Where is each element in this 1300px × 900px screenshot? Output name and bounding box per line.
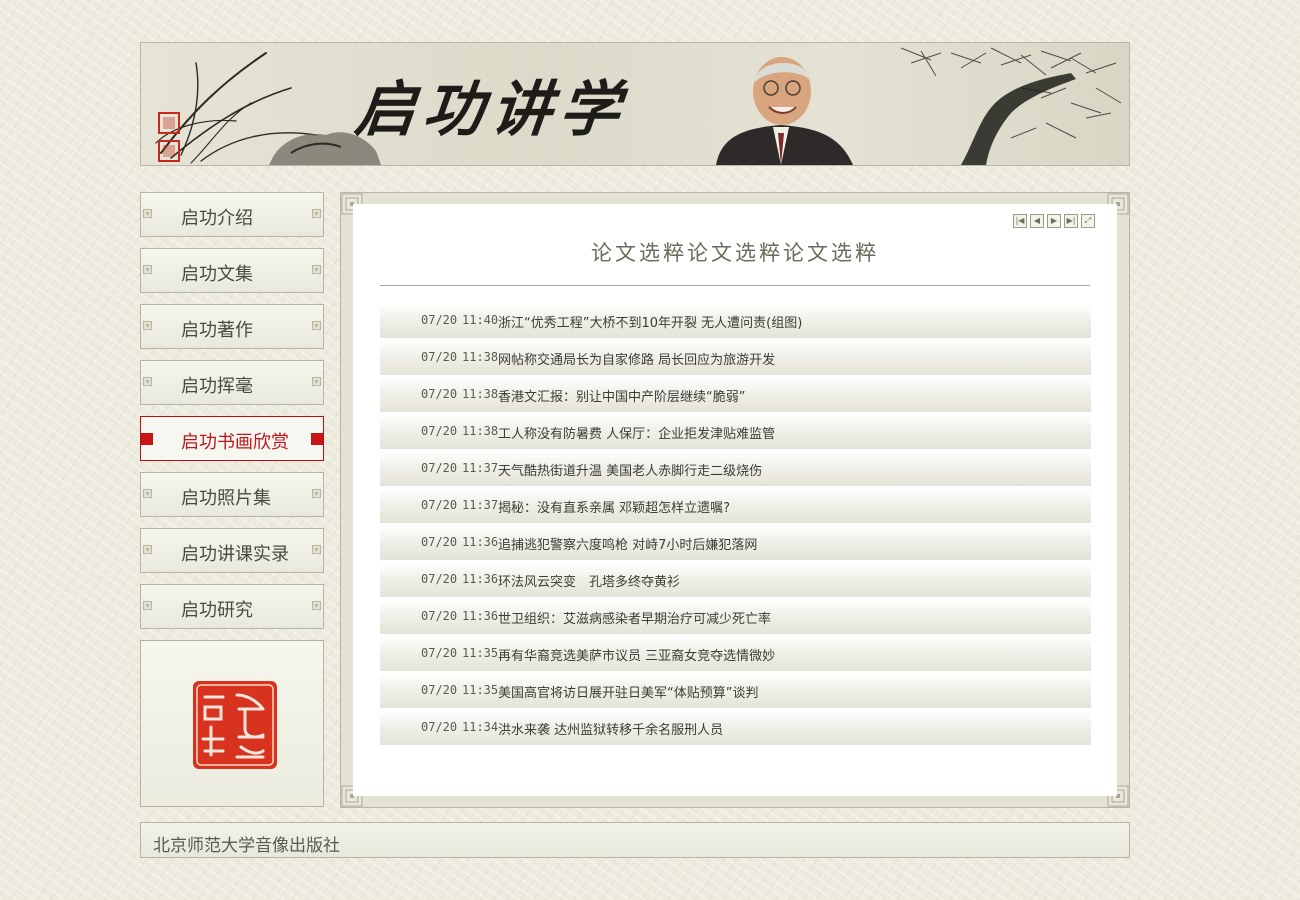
list-item[interactable]: 07/20 11:37 天气酷热街道升温 美国老人赤脚行走二级烧伤: [380, 451, 1091, 486]
expand-icon[interactable]: ⤢: [1081, 214, 1095, 228]
news-time: 11:38: [462, 387, 499, 401]
page-title: 论文选粹论文选粹论文选粹: [591, 241, 879, 265]
news-time: 11:38: [462, 350, 499, 364]
news-date: 07/20: [421, 498, 458, 512]
square-ornament-icon: [312, 601, 321, 610]
pager-controls: |◀ ◀ ▶ ▶| ⤢: [1013, 214, 1095, 228]
news-date: 07/20: [421, 387, 458, 401]
list-item[interactable]: 07/20 11:38 香港文汇报：别让中国中产阶层继续“脆弱”: [380, 377, 1091, 412]
list-item[interactable]: 07/20 11:34 洪水来袭 达州监狱转移千余名服刑人员: [380, 710, 1091, 745]
list-item[interactable]: 07/20 11:37 揭秘：没有直系亲属 邓颖超怎样立遗嘱?: [380, 488, 1091, 523]
square-ornament-icon: [143, 545, 152, 554]
square-ornament-icon: [312, 377, 321, 386]
list-item[interactable]: 07/20 11:40 浙江“优秀工程”大桥不到10年开裂 无人遭问责(组图): [380, 303, 1091, 338]
banner-title: 启功讲学: [351, 75, 632, 145]
news-time: 11:37: [462, 498, 499, 512]
news-headline-link[interactable]: 揭秘：没有直系亲属 邓颖超怎样立遗嘱?: [498, 497, 730, 516]
news-time: 11:35: [462, 646, 499, 660]
news-headline-link[interactable]: 再有华裔竞选美萨市议员 三亚裔女竞夺选情微妙: [498, 645, 775, 664]
footer: 北京师范大学音像出版社: [140, 822, 1130, 858]
square-ornament-icon: [312, 489, 321, 498]
prev-page-icon[interactable]: ◀: [1030, 214, 1044, 228]
news-list: 07/20 11:40 浙江“优秀工程”大桥不到10年开裂 无人遭问责(组图) …: [380, 303, 1091, 747]
list-item[interactable]: 07/20 11:36 世卫组织：艾滋病感染者早期治疗可减少死亡率: [380, 599, 1091, 634]
news-headline-link[interactable]: 浙江“优秀工程”大桥不到10年开裂 无人遭问责(组图): [498, 312, 802, 331]
publisher-name: 北京师范大学音像出版社: [153, 836, 340, 856]
first-page-icon[interactable]: |◀: [1013, 214, 1027, 228]
news-time: 11:37: [462, 461, 499, 475]
news-time: 11:34: [462, 720, 499, 734]
square-ornament-icon: [143, 489, 152, 498]
news-date: 07/20: [421, 313, 458, 327]
red-seal-icon: [193, 681, 277, 769]
square-ornament-icon: [311, 433, 323, 445]
list-item[interactable]: 07/20 11:36 环法风云突变 孔塔多终夺黄衫: [380, 562, 1091, 597]
news-date: 07/20: [421, 683, 458, 697]
sidebar-item-lecture-records[interactable]: 启功讲课实录: [140, 528, 324, 573]
news-date: 07/20: [421, 535, 458, 549]
square-ornament-icon: [143, 265, 152, 274]
list-item[interactable]: 07/20 11:35 美国高官将访日展开驻日美军“体贴预算”谈判: [380, 673, 1091, 708]
sidebar-item-label: 启功书画欣赏: [181, 432, 289, 453]
news-date: 07/20: [421, 720, 458, 734]
news-date: 07/20: [421, 461, 458, 475]
news-time: 11:36: [462, 535, 499, 549]
sidebar-item-painting-appreciation[interactable]: 启功书画欣赏: [140, 416, 324, 461]
news-time: 11:35: [462, 683, 499, 697]
sidebar-item-writings[interactable]: 启功著作: [140, 304, 324, 349]
news-headline-link[interactable]: 天气酷热街道升温 美国老人赤脚行走二级烧伤: [498, 460, 762, 479]
news-date: 07/20: [421, 609, 458, 623]
sidebar-item-calligraphy[interactable]: 启功挥毫: [140, 360, 324, 405]
sidebar-item-label: 启功研究: [181, 600, 253, 621]
content-area: |◀ ◀ ▶ ▶| ⤢ 论文选粹论文选粹论文选粹 07/20 11:40 浙江“…: [353, 204, 1117, 796]
list-item[interactable]: 07/20 11:38 工人称没有防暑费 人保厅：企业拒发津贴难监管: [380, 414, 1091, 449]
square-ornament-icon: [312, 545, 321, 554]
sidebar-item-label: 启功讲课实录: [181, 544, 289, 565]
news-time: 11:40: [462, 313, 499, 327]
sidebar-item-label: 启功照片集: [181, 488, 271, 509]
news-date: 07/20: [421, 572, 458, 586]
news-time: 11:36: [462, 609, 499, 623]
square-ornament-icon: [143, 321, 152, 330]
news-headline-link[interactable]: 工人称没有防暑费 人保厅：企业拒发津贴难监管: [498, 423, 775, 442]
list-item[interactable]: 07/20 11:35 再有华裔竞选美萨市议员 三亚裔女竞夺选情微妙: [380, 636, 1091, 671]
content-panel: |◀ ◀ ▶ ▶| ⤢ 论文选粹论文选粹论文选粹 07/20 11:40 浙江“…: [340, 192, 1130, 808]
square-ornament-icon: [143, 377, 152, 386]
news-headline-link[interactable]: 洪水来袭 达州监狱转移千余名服刑人员: [498, 719, 723, 738]
news-headline-link[interactable]: 世卫组织：艾滋病感染者早期治疗可减少死亡率: [498, 608, 771, 627]
sidebar-item-intro[interactable]: 启功介绍: [140, 192, 324, 237]
news-time: 11:36: [462, 572, 499, 586]
header-banner: 启功讲学: [140, 42, 1130, 166]
square-ornament-icon: [141, 433, 153, 445]
last-page-icon[interactable]: ▶|: [1064, 214, 1078, 228]
sidebar-item-label: 启功介绍: [181, 208, 253, 229]
news-date: 07/20: [421, 350, 458, 364]
news-date: 07/20: [421, 424, 458, 438]
sidebar-item-collected-works[interactable]: 启功文集: [140, 248, 324, 293]
news-time: 11:38: [462, 424, 499, 438]
next-page-icon[interactable]: ▶: [1047, 214, 1061, 228]
news-date: 07/20: [421, 646, 458, 660]
square-ornament-icon: [143, 601, 152, 610]
square-ornament-icon: [312, 321, 321, 330]
news-headline-link[interactable]: 美国高官将访日展开驻日美军“体贴预算”谈判: [498, 682, 758, 701]
seal-panel: [140, 640, 324, 807]
sidebar-item-research[interactable]: 启功研究: [140, 584, 324, 629]
news-headline-link[interactable]: 香港文汇报：别让中国中产阶层继续“脆弱”: [498, 386, 745, 405]
banner-artwork: [155, 47, 1122, 165]
title-divider: [380, 285, 1090, 286]
news-headline-link[interactable]: 追捕逃犯警察六度鸣枪 对峙7小时后嫌犯落网: [498, 534, 757, 553]
sidebar-item-label: 启功挥毫: [181, 376, 253, 397]
sidebar-item-label: 启功文集: [181, 264, 253, 285]
square-ornament-icon: [312, 209, 321, 218]
square-ornament-icon: [143, 209, 152, 218]
square-ornament-icon: [312, 265, 321, 274]
sidebar-item-label: 启功著作: [181, 320, 253, 341]
list-item[interactable]: 07/20 11:38 网帖称交通局长为自家修路 局长回应为旅游开发: [380, 340, 1091, 375]
news-headline-link[interactable]: 环法风云突变 孔塔多终夺黄衫: [498, 571, 680, 590]
sidebar-item-photos[interactable]: 启功照片集: [140, 472, 324, 517]
list-item[interactable]: 07/20 11:36 追捕逃犯警察六度鸣枪 对峙7小时后嫌犯落网: [380, 525, 1091, 560]
news-headline-link[interactable]: 网帖称交通局长为自家修路 局长回应为旅游开发: [498, 349, 775, 368]
